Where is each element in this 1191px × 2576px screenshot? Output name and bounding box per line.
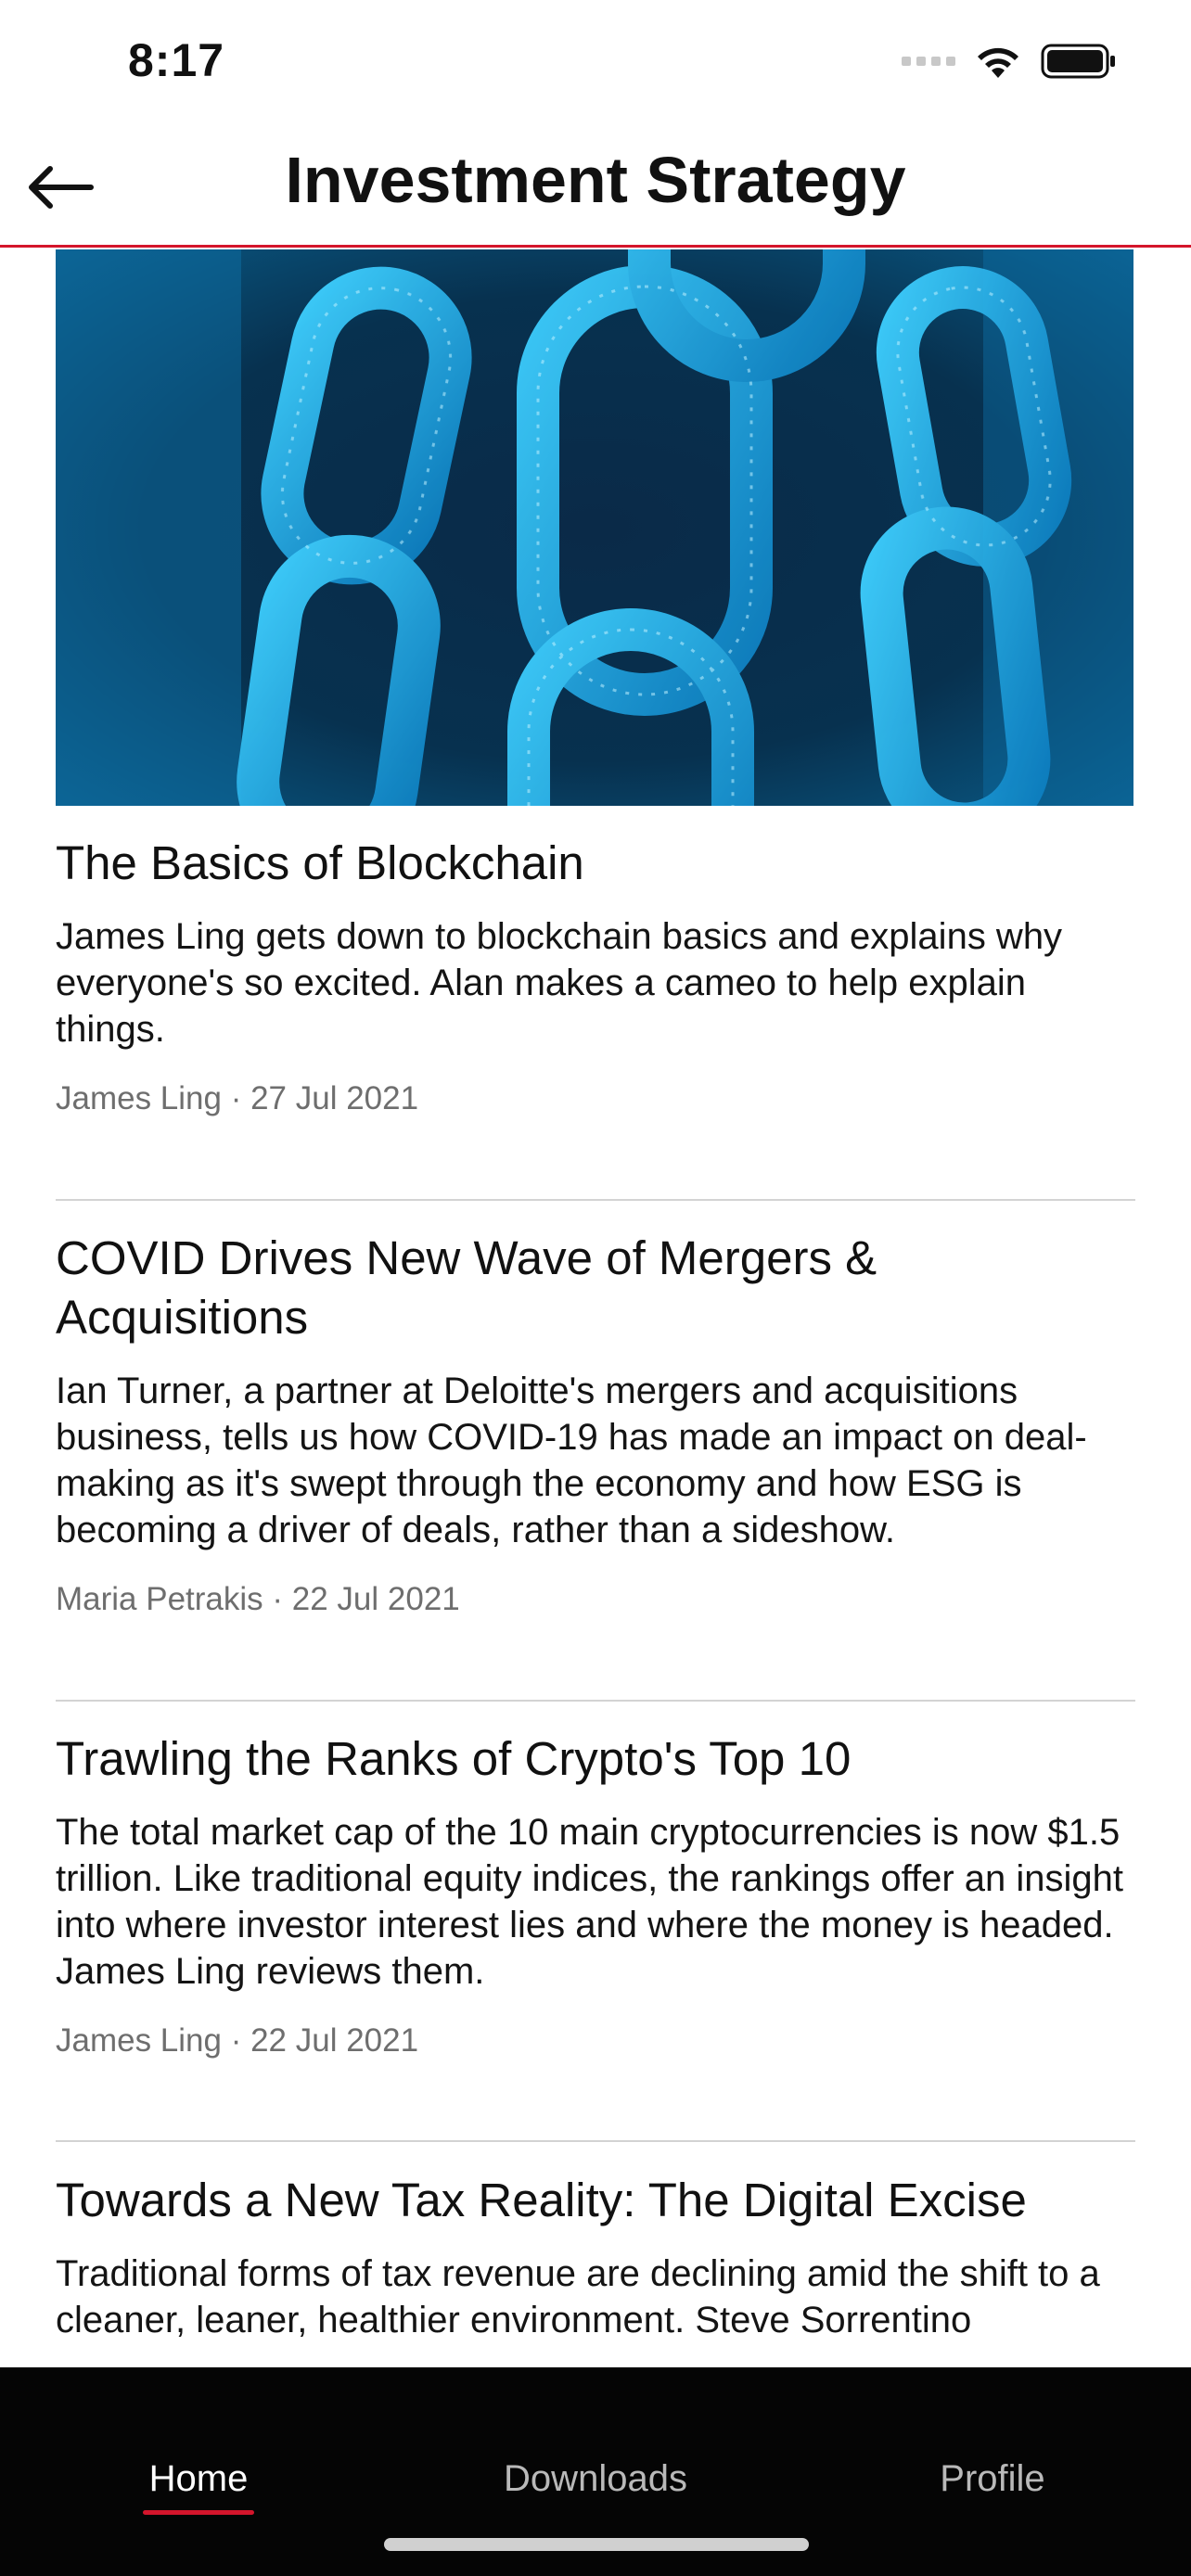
tab-label: Profile [940, 2458, 1045, 2499]
home-indicator[interactable] [384, 2538, 809, 2551]
article-title: Trawling the Ranks of Crypto's Top 10 [56, 1732, 852, 1785]
page-title: Investment Strategy [285, 144, 906, 216]
article-card[interactable]: COVID Drives New Wave of Mergers & Acqui… [56, 1229, 1135, 1618]
article-meta: James Ling · 27 Jul 2021 [56, 1080, 419, 1116]
article-card[interactable]: The Basics of Blockchain James Ling gets… [56, 834, 1135, 1117]
battery-icon [1041, 44, 1115, 79]
article-meta: Maria Petrakis · 22 Jul 2021 [56, 1581, 460, 1617]
tab-profile[interactable]: Profile [928, 2458, 1057, 2500]
navigation-bar: Investment Strategy [0, 130, 1191, 248]
article-summary: James Ling gets down to blockchain basic… [56, 916, 1063, 1050]
wifi-icon [978, 47, 1018, 78]
divider [56, 1199, 1135, 1201]
tab-label: Home [148, 2458, 249, 2499]
status-bar: 8:17 [0, 0, 1191, 130]
blockchain-chain-image [56, 249, 1133, 806]
article-card[interactable]: Trawling the Ranks of Crypto's Top 10 Th… [56, 1729, 1135, 2060]
article-summary: The total market cap of the 10 main cryp… [56, 1812, 1124, 1992]
divider [56, 2140, 1135, 2142]
tab-label: Downloads [504, 2458, 687, 2499]
status-time: 8:17 [128, 34, 225, 86]
article-title: COVID Drives New Wave of Mergers & Acqui… [56, 1231, 877, 1344]
article-summary: Traditional forms of tax revenue are dec… [56, 2253, 1100, 2340]
article-title: The Basics of Blockchain [56, 836, 584, 889]
signal-icon [902, 57, 955, 66]
article-card[interactable]: Towards a New Tax Reality: The Digital E… [56, 2171, 1135, 2343]
article-title: Towards a New Tax Reality: The Digital E… [56, 2174, 1027, 2226]
divider [56, 1700, 1135, 1702]
status-icons [902, 43, 1117, 80]
article-summary: Ian Turner, a partner at Deloitte's merg… [56, 1371, 1087, 1550]
article-list[interactable]: The Basics of Blockchain James Ling gets… [0, 248, 1191, 2367]
article-hero-image[interactable] [56, 249, 1133, 806]
active-tab-indicator [143, 2510, 254, 2515]
tab-downloads[interactable]: Downloads [493, 2458, 698, 2500]
tab-home[interactable]: Home [143, 2458, 254, 2515]
article-meta: James Ling · 22 Jul 2021 [56, 2022, 419, 2059]
